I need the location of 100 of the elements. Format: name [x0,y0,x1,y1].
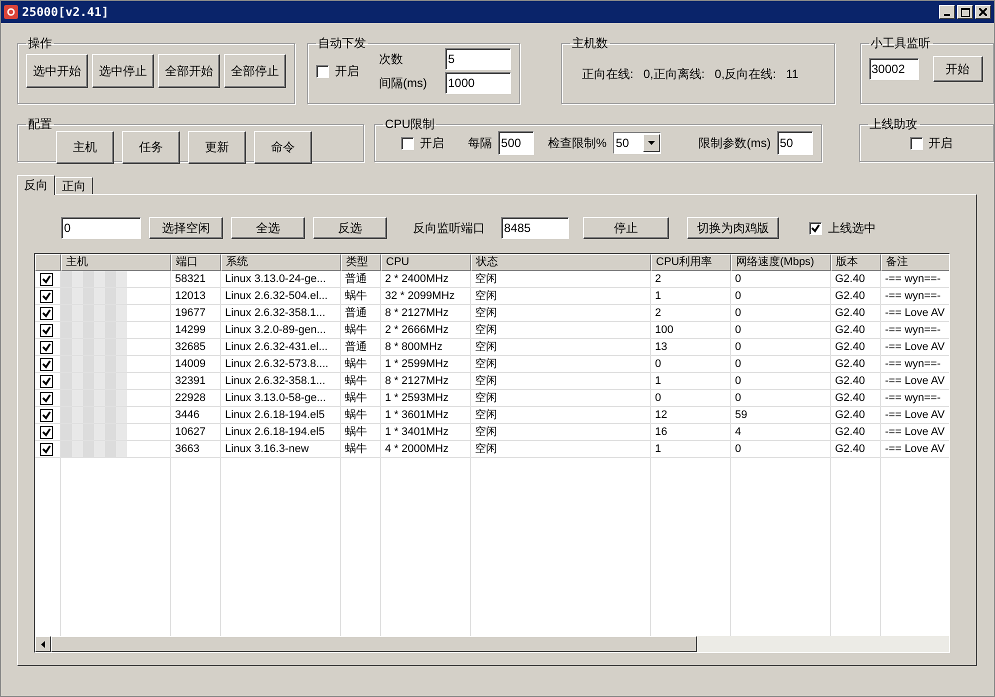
table-cell: 空闲 [475,375,497,387]
column-header[interactable]: 备注 [881,254,949,271]
count-field[interactable]: 5 [445,48,511,70]
column-header[interactable]: 类型 [341,254,381,271]
table-cell: 1 * 3401MHz [385,426,449,438]
checkmark-icon [811,224,820,232]
pixelated-block [61,271,127,287]
table-cell: G2.40 [835,307,865,319]
table-cell: 4 [735,426,742,438]
table-cell: 16 [655,426,668,438]
table-cell: G2.40 [835,375,865,387]
column-header[interactable]: 状态 [471,254,651,271]
table-cell: Linux 2.6.32-358.1... [225,307,326,319]
table-cell: 空闲 [475,426,497,438]
table-cell: Linux 3.16.3-new [225,443,309,455]
pixelated-block [61,390,127,406]
row-checkbox[interactable] [40,358,53,370]
row-checkbox[interactable] [40,374,53,388]
table-cell: 58321 [175,273,206,285]
group-title: 小工具监听 [870,35,932,52]
select-button[interactable]: 选择空闲 [149,217,223,239]
group-title: 自动下发 [317,35,367,52]
table-cell: G2.40 [835,426,865,438]
enable-checkbox[interactable]: 开启 [401,134,444,152]
column-header[interactable]: CPU [381,254,471,271]
row-checkbox[interactable] [40,272,53,286]
table-cell: 蜗牛 [345,409,367,421]
action-button[interactable]: 选中停止 [92,54,154,88]
table-cell: 3446 [175,409,200,421]
table-cell: G2.40 [835,409,865,421]
row-checkbox[interactable] [40,442,53,456]
config-button[interactable]: 命令 [254,131,312,164]
limit-param-field[interactable]: 50 [776,131,813,155]
column-header[interactable]: 系统 [221,254,341,271]
start-button[interactable]: 开始 [932,56,982,82]
table-cell: Linux 2.6.32-358.1... [225,375,326,387]
table-cell: -== Love AV [885,426,945,438]
row-checkbox[interactable] [40,392,53,404]
table-cell: -== Love AV [885,307,945,319]
tab[interactable]: 反向 [17,175,55,195]
window-title: 25000[v2.41] [22,5,109,19]
config-button[interactable]: 更新 [188,131,246,164]
count-label: 次数 [379,50,403,68]
select-button[interactable]: 全选 [231,217,305,239]
scrollbar-thumb[interactable] [51,636,697,652]
interval-field[interactable]: 1000 [445,72,511,94]
action-button[interactable]: 全部开始 [158,54,220,88]
switch-button[interactable]: 切换为肉鸡版 [687,217,779,239]
table-cell: 空闲 [475,392,497,404]
select-button[interactable]: 反选 [313,217,387,239]
pixelated-block [61,339,127,355]
table-cell: G2.40 [835,324,865,336]
column-header[interactable]: CPU利用率 [651,254,731,271]
filter-field[interactable]: 0 [61,217,141,239]
table-cell: 0 [735,290,742,302]
config-button[interactable]: 主机 [56,131,114,164]
column-header[interactable]: 网络速度(Mbps) [731,254,831,271]
table-cell: 32391 [175,375,206,387]
table-cell: 1 * 3601MHz [385,409,449,421]
row-checkbox[interactable] [40,324,53,336]
listen-port-label: 反向监听端口 [413,220,485,236]
group-title: 操作 [27,35,53,52]
column-header[interactable]: 主机 [61,254,171,271]
limit-param-label: 限制参数(ms) [698,134,771,152]
horizontal-scrollbar[interactable] [35,636,949,652]
table-cell: 32 * 2099MHz [385,290,455,302]
maximize-button[interactable] [957,5,973,19]
close-button[interactable] [975,5,991,19]
listen-port-field[interactable]: 8485 [501,217,569,239]
column-header[interactable]: 端口 [171,254,221,271]
table-cell: 空闲 [475,324,497,336]
group-title: 配置 [27,116,53,133]
row-checkbox[interactable] [40,340,53,354]
row-checkbox[interactable] [40,426,53,438]
minimize-button[interactable] [939,5,955,19]
enable-checkbox[interactable]: 开启 [910,135,953,152]
table-cell: 蜗牛 [345,290,367,302]
row-checkbox[interactable] [40,306,53,320]
group-title: 主机数 [571,35,609,52]
select-online-checkbox[interactable]: 上线选中 [809,220,876,236]
table-cell: 0 [655,358,662,370]
port-field[interactable]: 30002 [868,58,918,80]
row-checkbox[interactable] [40,408,53,422]
check-limit-dropdown[interactable]: 50 [612,132,661,154]
table-cell: G2.40 [835,443,865,455]
enable-checkbox[interactable]: 开启 [316,62,359,80]
every-field[interactable]: 500 [498,131,534,155]
pixelated-block [61,322,127,338]
pixelated-block [61,407,127,423]
tab[interactable]: 正向 [55,177,93,194]
action-button[interactable]: 选中开始 [26,54,88,88]
stop-button[interactable]: 停止 [583,217,669,239]
config-button[interactable]: 任务 [122,131,180,164]
action-button[interactable]: 全部停止 [224,54,286,88]
row-checkbox[interactable] [40,290,53,302]
column-header[interactable]: 版本 [831,254,881,271]
table-cell: 0 [735,341,742,353]
table-cell: 59 [735,409,748,421]
table-cell: 0 [735,443,742,455]
pixelated-block [61,373,127,389]
